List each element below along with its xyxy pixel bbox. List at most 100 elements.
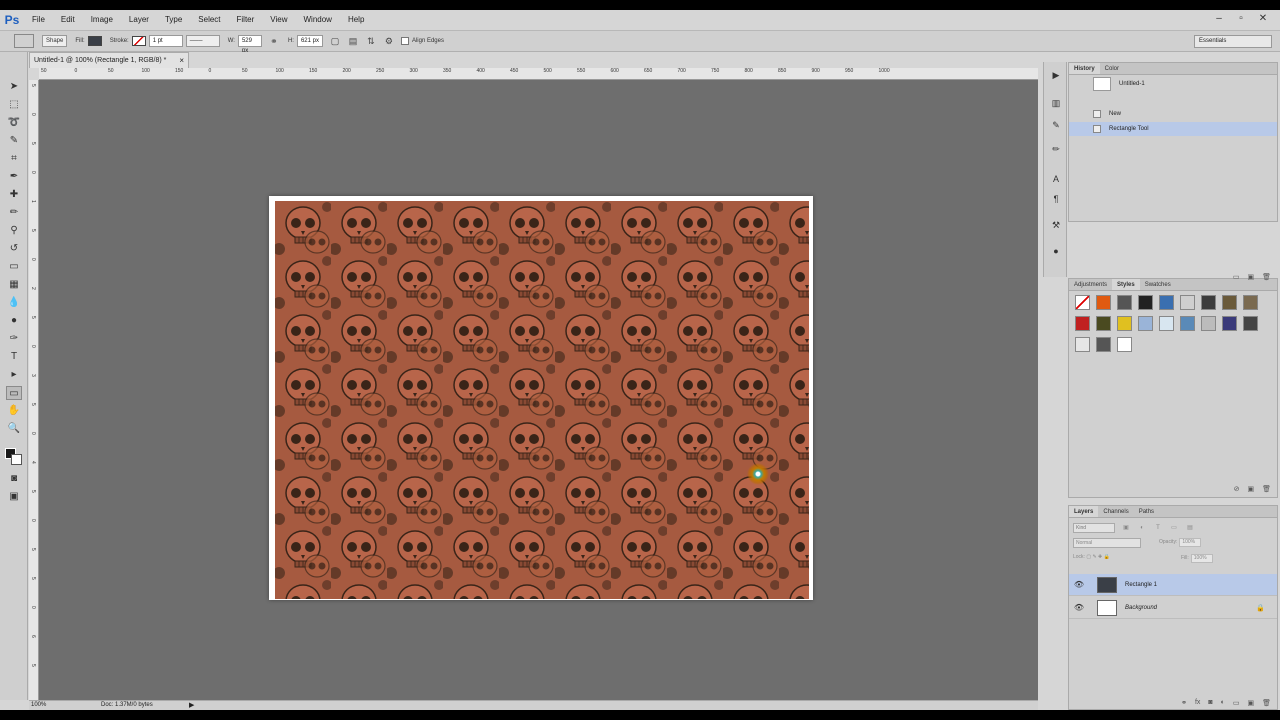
style-swatch[interactable] [1117, 295, 1132, 310]
brush-panel-icon[interactable]: ✏ [1048, 142, 1064, 156]
background-color-swatch[interactable] [11, 454, 22, 465]
history-snapshot[interactable]: Untitled-1 [1073, 77, 1145, 91]
style-swatch[interactable] [1117, 316, 1132, 331]
path-arrangement-icon[interactable]: ⇅ [365, 35, 377, 47]
menu-layer[interactable]: Layer [121, 10, 157, 30]
link-icon[interactable]: ⚭ [268, 35, 280, 47]
menu-file[interactable]: File [24, 10, 53, 30]
crop-tool-icon[interactable]: ⌗ [6, 152, 22, 166]
stroke-type-select[interactable]: ─── [185, 35, 220, 47]
quick-select-tool-icon[interactable]: ✎ [6, 134, 22, 148]
style-swatch[interactable] [1075, 337, 1090, 352]
zoom-tool-icon[interactable]: 🔍 [6, 422, 22, 436]
screen-mode-icon[interactable]: ▣ [6, 490, 22, 504]
style-swatch[interactable] [1138, 316, 1153, 331]
pen-tool-icon[interactable]: ✑ [6, 332, 22, 346]
menu-edit[interactable]: Edit [53, 10, 83, 30]
document-canvas[interactable] [269, 196, 813, 600]
clone-stamp-tool-icon[interactable]: ⚲ [6, 224, 22, 238]
filter-kind-select[interactable]: Kind [1073, 523, 1115, 533]
play-icon[interactable]: ▶ [1048, 68, 1064, 82]
style-swatch[interactable] [1096, 295, 1111, 310]
menu-filter[interactable]: Filter [229, 10, 263, 30]
align-edges-checkbox[interactable] [400, 37, 409, 45]
layer-style-icon[interactable]: fx [1195, 699, 1200, 707]
close-button[interactable]: ✕ [1254, 12, 1272, 26]
adjustment-filter-icon[interactable]: ◐ [1137, 523, 1147, 533]
link-layers-icon[interactable]: ⚭ [1181, 699, 1187, 707]
tab-paths[interactable]: Paths [1134, 506, 1159, 517]
history-brush-tool-icon[interactable]: ↺ [6, 242, 22, 256]
stroke-width-field[interactable]: 1 pt [148, 35, 183, 47]
gradient-tool-icon[interactable]: ▦ [6, 278, 22, 292]
delete-layer-icon[interactable]: 🗑 [1262, 699, 1271, 707]
blur-tool-icon[interactable]: 💧 [6, 296, 22, 310]
tab-styles[interactable]: Styles [1112, 279, 1140, 290]
menu-select[interactable]: Select [190, 10, 228, 30]
adjustment-layer-icon[interactable]: ◐ [1221, 699, 1225, 707]
path-alignment-icon[interactable]: ▤ [347, 35, 359, 47]
eyedropper-tool-icon[interactable]: ✒ [6, 170, 22, 184]
style-swatch[interactable] [1117, 337, 1132, 352]
smart-object-filter-icon[interactable]: ▤ [1185, 523, 1195, 533]
style-swatch[interactable] [1201, 316, 1216, 331]
fill-swatch[interactable] [87, 36, 102, 46]
new-style-button-icon[interactable]: ▣ [1247, 485, 1254, 493]
rectangle-tool-icon[interactable]: ▭ [6, 386, 22, 400]
tab-channels[interactable]: Channels [1098, 506, 1133, 517]
tab-color[interactable]: Color [1100, 63, 1124, 74]
tool-presets-icon[interactable]: ⚒ [1048, 218, 1064, 232]
marquee-tool-icon[interactable]: ⬚ [6, 98, 22, 112]
opacity-field[interactable]: 100% [1179, 538, 1202, 547]
menu-window[interactable]: Window [296, 10, 340, 30]
paragraph-icon[interactable]: ¶ [1048, 192, 1064, 206]
pixel-filter-icon[interactable]: ▣ [1121, 523, 1131, 533]
history-item-selected[interactable]: Rectangle Tool [1069, 122, 1277, 136]
blend-mode-select[interactable]: Normal [1073, 538, 1141, 548]
menu-type[interactable]: Type [157, 10, 190, 30]
path-selection-tool-icon[interactable]: ▸ [6, 368, 22, 382]
style-swatch[interactable] [1222, 295, 1237, 310]
behance-icon[interactable]: ● [1048, 244, 1064, 258]
tab-layers[interactable]: Layers [1069, 506, 1099, 517]
tab-history[interactable]: History [1069, 63, 1100, 74]
create-icon[interactable]: ▣ [1247, 273, 1254, 281]
visibility-eye-icon[interactable]: 👁 [1073, 603, 1085, 612]
tool-preset-picker[interactable] [14, 34, 34, 48]
histogram-icon[interactable]: ▥ [1048, 96, 1064, 110]
clear-style-icon[interactable]: ⊘ [1234, 485, 1240, 493]
width-field[interactable]: 529 px [237, 35, 262, 54]
style-swatch[interactable] [1075, 316, 1090, 331]
gear-icon[interactable]: ⚙ [383, 35, 395, 47]
layer-row-rectangle-1[interactable]: 👁 Rectangle 1 [1069, 574, 1277, 596]
layer-name[interactable]: Rectangle 1 [1125, 582, 1157, 588]
eraser-tool-icon[interactable]: ▭ [6, 260, 22, 274]
brush-presets-icon[interactable]: ✎ [1048, 118, 1064, 132]
brush-tool-icon[interactable]: ✏ [6, 206, 22, 220]
restore-button[interactable]: ▫ [1232, 12, 1250, 26]
style-swatch[interactable] [1243, 316, 1258, 331]
rectangle-shape-layer[interactable] [275, 201, 809, 599]
style-swatch[interactable] [1096, 316, 1111, 331]
layer-row-background[interactable]: 👁 Background 🔒 [1069, 597, 1277, 619]
history-item[interactable]: New [1069, 107, 1277, 121]
document-tab[interactable]: Untitled-1 @ 100% (Rectangle 1, RGB/8) *… [29, 52, 189, 68]
dodge-tool-icon[interactable]: ● [6, 314, 22, 328]
style-swatch[interactable] [1180, 295, 1195, 310]
style-swatch[interactable] [1138, 295, 1153, 310]
hand-tool-icon[interactable]: ✋ [6, 404, 22, 418]
pasteboard[interactable] [39, 80, 1038, 700]
lock-icons[interactable]: ▢ ✎ ✚ 🔒 [1086, 554, 1110, 560]
quick-mask-icon[interactable]: ◙ [6, 472, 22, 486]
close-icon[interactable]: × [179, 53, 184, 68]
menu-image[interactable]: Image [83, 10, 121, 30]
minimize-button[interactable]: – [1210, 12, 1228, 26]
zoom-level-field[interactable]: 100% [29, 701, 49, 710]
height-field[interactable]: 621 px [296, 35, 323, 47]
menu-help[interactable]: Help [340, 10, 372, 30]
style-swatch[interactable] [1075, 295, 1090, 310]
visibility-eye-icon[interactable]: 👁 [1073, 580, 1085, 589]
healing-brush-tool-icon[interactable]: ✚ [6, 188, 22, 202]
type-filter-icon[interactable]: T [1153, 523, 1163, 533]
fill-opacity-field[interactable]: 100% [1190, 554, 1213, 563]
